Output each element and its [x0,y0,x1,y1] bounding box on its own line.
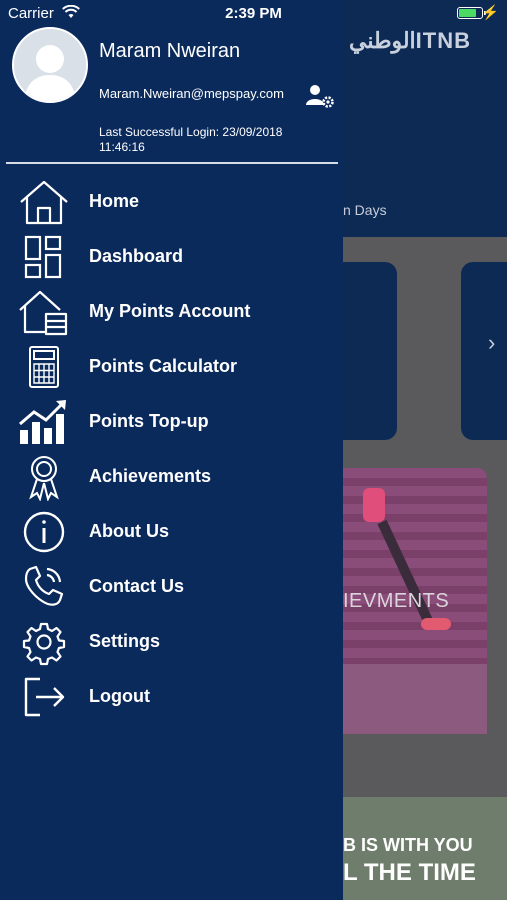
menu-label: Contact Us [89,576,185,596]
promo-line-2: L THE TIME [343,859,476,886]
home-icon [18,178,70,226]
last-login-date: Last Successful Login: 23/09/2018 [99,125,283,139]
last-login-info: Last Successful Login: 23/09/2018 11:46:… [99,125,319,155]
menu-item-points-calculator[interactable]: Points Calculator [0,339,343,394]
points-account-icon [18,288,70,336]
menu-item-dashboard[interactable]: Dashboard [0,229,343,284]
menu-label: Logout [89,686,150,706]
status-bar: Carrier 2:39 PM ⚡ [0,0,507,28]
profile-settings-icon[interactable] [304,83,336,111]
menu-label: Dashboard [89,246,184,266]
menu-label: Settings [89,631,161,651]
user-email: Maram.Nweiran@mepspay.com [99,86,284,101]
user-name: Maram Nweiran [99,40,241,62]
side-drawer: Maram Nweiran Maram.Nweiran@mepspay.com … [0,0,343,900]
menu-label: Home [89,191,140,211]
chevron-right-icon: › [488,330,496,355]
chart-up-icon [18,398,70,446]
calculator-icon [18,343,70,391]
menu-item-my-points-account[interactable]: My Points Account [0,284,343,339]
background-header: الوطنيITNB n Days [343,0,507,237]
menu-label: Points Top-up [89,411,209,431]
menu-label: Points Calculator [89,356,238,376]
divider [6,162,338,164]
menu-item-logout[interactable]: Logout [0,669,343,724]
bank-logo: الوطنيITNB [349,28,471,53]
background-card [461,262,507,440]
background-days-label: n Days [343,202,387,218]
last-login-time: 11:46:16 [99,140,145,154]
menu-item-contact-us[interactable]: Contact Us [0,559,343,614]
menu-item-about-us[interactable]: About Us [0,504,343,559]
menu-label: Achievements [89,466,212,486]
background-card [343,262,397,440]
dashboard-icon [18,233,70,281]
phone-icon [18,563,70,611]
avatar[interactable] [12,27,88,103]
gear-icon [18,618,70,666]
background-screen[interactable]: الوطنيITNB n Days › IEVMENTS B IS WITH Y… [343,0,507,900]
menu-label: About Us [89,521,169,541]
logout-icon [18,673,70,721]
menu-item-settings[interactable]: Settings [0,614,343,669]
info-icon [18,508,70,556]
menu-item-points-top-up[interactable]: Points Top-up [0,394,343,449]
menu-label: My Points Account [89,301,251,321]
charging-icon: ⚡ [481,4,499,20]
status-time: 2:39 PM [225,5,282,22]
promo-line-1: B IS WITH YOU [343,835,473,855]
award-icon [18,453,70,502]
menu-item-home[interactable]: Home [0,174,343,229]
menu-item-achievements[interactable]: Achievements [0,449,343,504]
achievements-banner-text: IEVMENTS [343,590,450,612]
battery-icon [457,7,486,19]
promo-banner: B IS WITH YOU L THE TIME [343,797,507,900]
